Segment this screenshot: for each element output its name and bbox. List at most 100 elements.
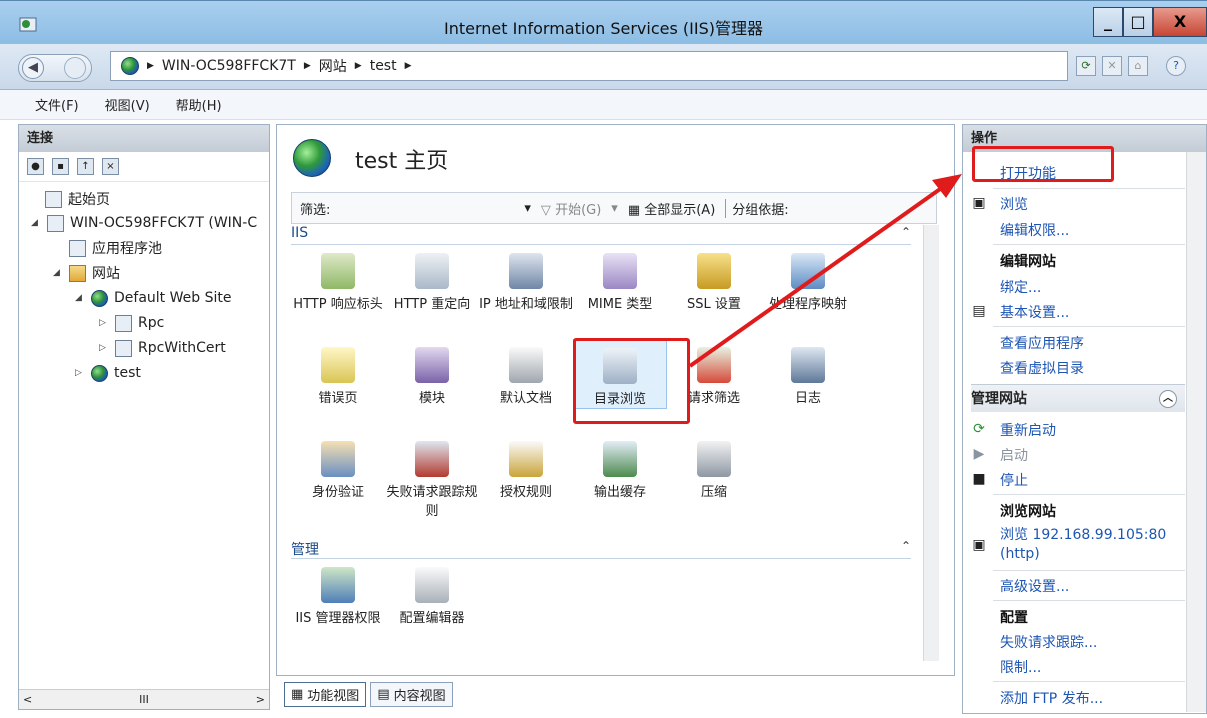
action-restart[interactable]: 重新启动 bbox=[1000, 420, 1056, 440]
tree-item-app-pools[interactable]: 应用程序池 bbox=[69, 237, 162, 259]
filter-start-button[interactable]: ▽ 开始(G) bbox=[541, 199, 601, 218]
tree-item-server[interactable]: ◢ WIN-OC598FFCK7T (WIN-C bbox=[31, 212, 257, 234]
breadcrumb[interactable]: ▶ WIN-OC598FFCK7T ▶ 网站 ▶ test ▶ bbox=[110, 51, 1068, 81]
maximize-button[interactable]: □ bbox=[1123, 7, 1153, 37]
content-view-icon: ▤ bbox=[377, 687, 390, 702]
tree-item-rpcwithcert[interactable]: ▷ RpcWithCert bbox=[99, 337, 226, 359]
feature-authentication[interactable]: 身份验证 bbox=[291, 441, 385, 502]
manage-site-section[interactable]: 管理网站 ︿ bbox=[971, 384, 1185, 412]
app-pool-icon bbox=[69, 239, 86, 257]
tree-item-test[interactable]: ▷ test bbox=[75, 362, 141, 384]
vertical-scrollbar[interactable] bbox=[923, 225, 939, 661]
action-view-applications[interactable]: 查看应用程序 bbox=[1000, 333, 1084, 353]
scroll-left-icon[interactable]: < bbox=[23, 693, 32, 706]
basic-settings-icon: ▤ bbox=[972, 303, 986, 319]
vertical-scrollbar[interactable] bbox=[1186, 152, 1206, 712]
collapse-icon[interactable]: ︿ bbox=[1159, 390, 1177, 408]
warning-404-icon bbox=[321, 347, 355, 383]
feature-ip-restrictions[interactable]: IP 地址和域限制 bbox=[479, 253, 573, 314]
action-view-virtual-directories[interactable]: 查看虚拟目录 bbox=[1000, 358, 1084, 378]
cache-icon bbox=[603, 441, 637, 477]
expand-icon[interactable]: ▷ bbox=[99, 343, 109, 353]
handler-icon bbox=[791, 253, 825, 289]
forward-button[interactable] bbox=[64, 57, 86, 79]
feature-compression[interactable]: 压缩 bbox=[667, 441, 761, 502]
breadcrumb-sites[interactable]: 网站 bbox=[319, 56, 347, 76]
action-basic-settings[interactable]: 基本设置... bbox=[1000, 302, 1069, 322]
breadcrumb-test[interactable]: test bbox=[370, 58, 397, 74]
action-edit-permissions[interactable]: 编辑权限... bbox=[1000, 220, 1069, 240]
action-advanced-settings[interactable]: 高级设置... bbox=[1000, 576, 1069, 596]
feature-logging[interactable]: 日志 bbox=[761, 347, 855, 408]
chevron-right-icon: ▶ bbox=[147, 61, 154, 71]
close-button[interactable]: X bbox=[1153, 7, 1207, 37]
collapse-icon[interactable]: ⌃ bbox=[901, 225, 911, 239]
action-browse[interactable]: 浏览 bbox=[1000, 194, 1028, 214]
show-all-button[interactable]: ▦ 全部显示(A) bbox=[628, 199, 715, 218]
action-stop[interactable]: 停止 bbox=[1000, 470, 1028, 490]
stop-icon[interactable]: ✕ bbox=[1102, 56, 1122, 76]
filter-input[interactable] bbox=[338, 196, 515, 220]
feature-error-pages[interactable]: 错误页 bbox=[291, 347, 385, 408]
scroll-thumb[interactable]: III bbox=[139, 693, 149, 706]
restart-icon: ⟳ bbox=[973, 421, 985, 437]
connect-icon[interactable]: ● bbox=[27, 158, 44, 175]
save-icon[interactable]: ▪ bbox=[52, 158, 69, 175]
dropdown-icon[interactable]: ▾ bbox=[524, 201, 531, 216]
feature-failed-request-tracing[interactable]: 失败请求跟踪规则 bbox=[385, 441, 479, 521]
breadcrumb-server[interactable]: WIN-OC598FFCK7T bbox=[162, 58, 296, 74]
expand-icon[interactable]: ▷ bbox=[75, 368, 85, 378]
action-browse-address[interactable]: 浏览 192.168.99.105:80 bbox=[1000, 524, 1166, 544]
home-icon[interactable]: ⌂ bbox=[1128, 56, 1148, 76]
feature-configuration-editor[interactable]: 配置编辑器 bbox=[385, 567, 479, 628]
tree-item-default-site[interactable]: ◢ Default Web Site bbox=[75, 287, 231, 309]
expand-icon[interactable]: ▷ bbox=[99, 318, 109, 328]
minimize-button[interactable]: _ bbox=[1093, 7, 1123, 37]
http-headers-icon bbox=[321, 253, 355, 289]
tab-features-view[interactable]: ▦ 功能视图 bbox=[284, 682, 367, 707]
dropdown-icon[interactable]: ▾ bbox=[611, 201, 618, 216]
help-icon[interactable]: ? bbox=[1166, 56, 1186, 76]
back-button[interactable]: ◀ bbox=[22, 57, 44, 79]
tab-content-view[interactable]: ▤ 内容视图 bbox=[370, 682, 453, 707]
tree-item-start-page[interactable]: 起始页 bbox=[45, 188, 110, 210]
horizontal-scrollbar[interactable]: < III > bbox=[19, 689, 269, 709]
menu-view[interactable]: 视图(V) bbox=[105, 95, 150, 114]
refresh-icon[interactable]: ⟳ bbox=[1076, 56, 1096, 76]
collapse-icon[interactable]: ◢ bbox=[31, 218, 41, 228]
collapse-icon[interactable]: ◢ bbox=[53, 268, 63, 278]
feature-modules[interactable]: 模块 bbox=[385, 347, 479, 408]
collapse-icon[interactable]: ⌃ bbox=[901, 539, 911, 553]
menu-help[interactable]: 帮助(H) bbox=[176, 95, 222, 114]
feature-authorization-rules[interactable]: 授权规则 bbox=[479, 441, 573, 502]
action-failed-request-tracing[interactable]: 失败请求跟踪... bbox=[1000, 632, 1097, 652]
menu-file[interactable]: 文件(F) bbox=[35, 95, 79, 114]
feature-output-caching[interactable]: 输出缓存 bbox=[573, 441, 667, 502]
group-header-management[interactable]: 管理 ⌃ bbox=[291, 539, 911, 559]
action-bindings[interactable]: 绑定... bbox=[1000, 277, 1041, 297]
user-lock-icon bbox=[321, 441, 355, 477]
up-folder-icon[interactable]: ↑ bbox=[77, 158, 94, 175]
group-header-iis[interactable]: IIS ⌃ bbox=[291, 225, 911, 245]
action-limits[interactable]: 限制... bbox=[1000, 657, 1041, 677]
collapse-icon[interactable]: ◢ bbox=[75, 293, 85, 303]
feature-default-document[interactable]: 默认文档 bbox=[479, 347, 573, 408]
feature-ssl-settings[interactable]: SSL 设置 bbox=[667, 253, 761, 314]
feature-mime-types[interactable]: MIME 类型 bbox=[573, 253, 667, 314]
disconnect-icon[interactable]: × bbox=[102, 158, 119, 175]
feature-handler-mappings[interactable]: 处理程序映射 bbox=[761, 253, 855, 314]
site-tree: 起始页 ◢ WIN-OC598FFCK7T (WIN-C 应用程序池 ◢ 网站 ◢ D… bbox=[19, 182, 269, 692]
action-add-ftp-publishing[interactable]: 添加 FTP 发布... bbox=[1000, 688, 1103, 708]
scroll-right-icon[interactable]: > bbox=[256, 693, 265, 706]
ip-restriction-icon bbox=[509, 253, 543, 289]
request-filter-icon bbox=[697, 347, 731, 383]
group-by-label[interactable]: 分组依据: bbox=[725, 198, 789, 218]
action-start[interactable]: 启动 bbox=[1000, 445, 1028, 465]
tree-item-sites[interactable]: ◢ 网站 bbox=[53, 262, 120, 284]
feature-iis-manager-permissions[interactable]: IIS 管理器权限 bbox=[291, 567, 385, 628]
chevron-right-icon: ▶ bbox=[303, 61, 311, 71]
feature-http-redirect[interactable]: HTTP 重定向 bbox=[385, 253, 479, 314]
tree-item-rpc[interactable]: ▷ Rpc bbox=[99, 312, 164, 334]
feature-http-response-headers[interactable]: HTTP 响应标头 bbox=[291, 253, 385, 314]
action-browse-protocol[interactable]: (http) bbox=[1000, 546, 1040, 562]
